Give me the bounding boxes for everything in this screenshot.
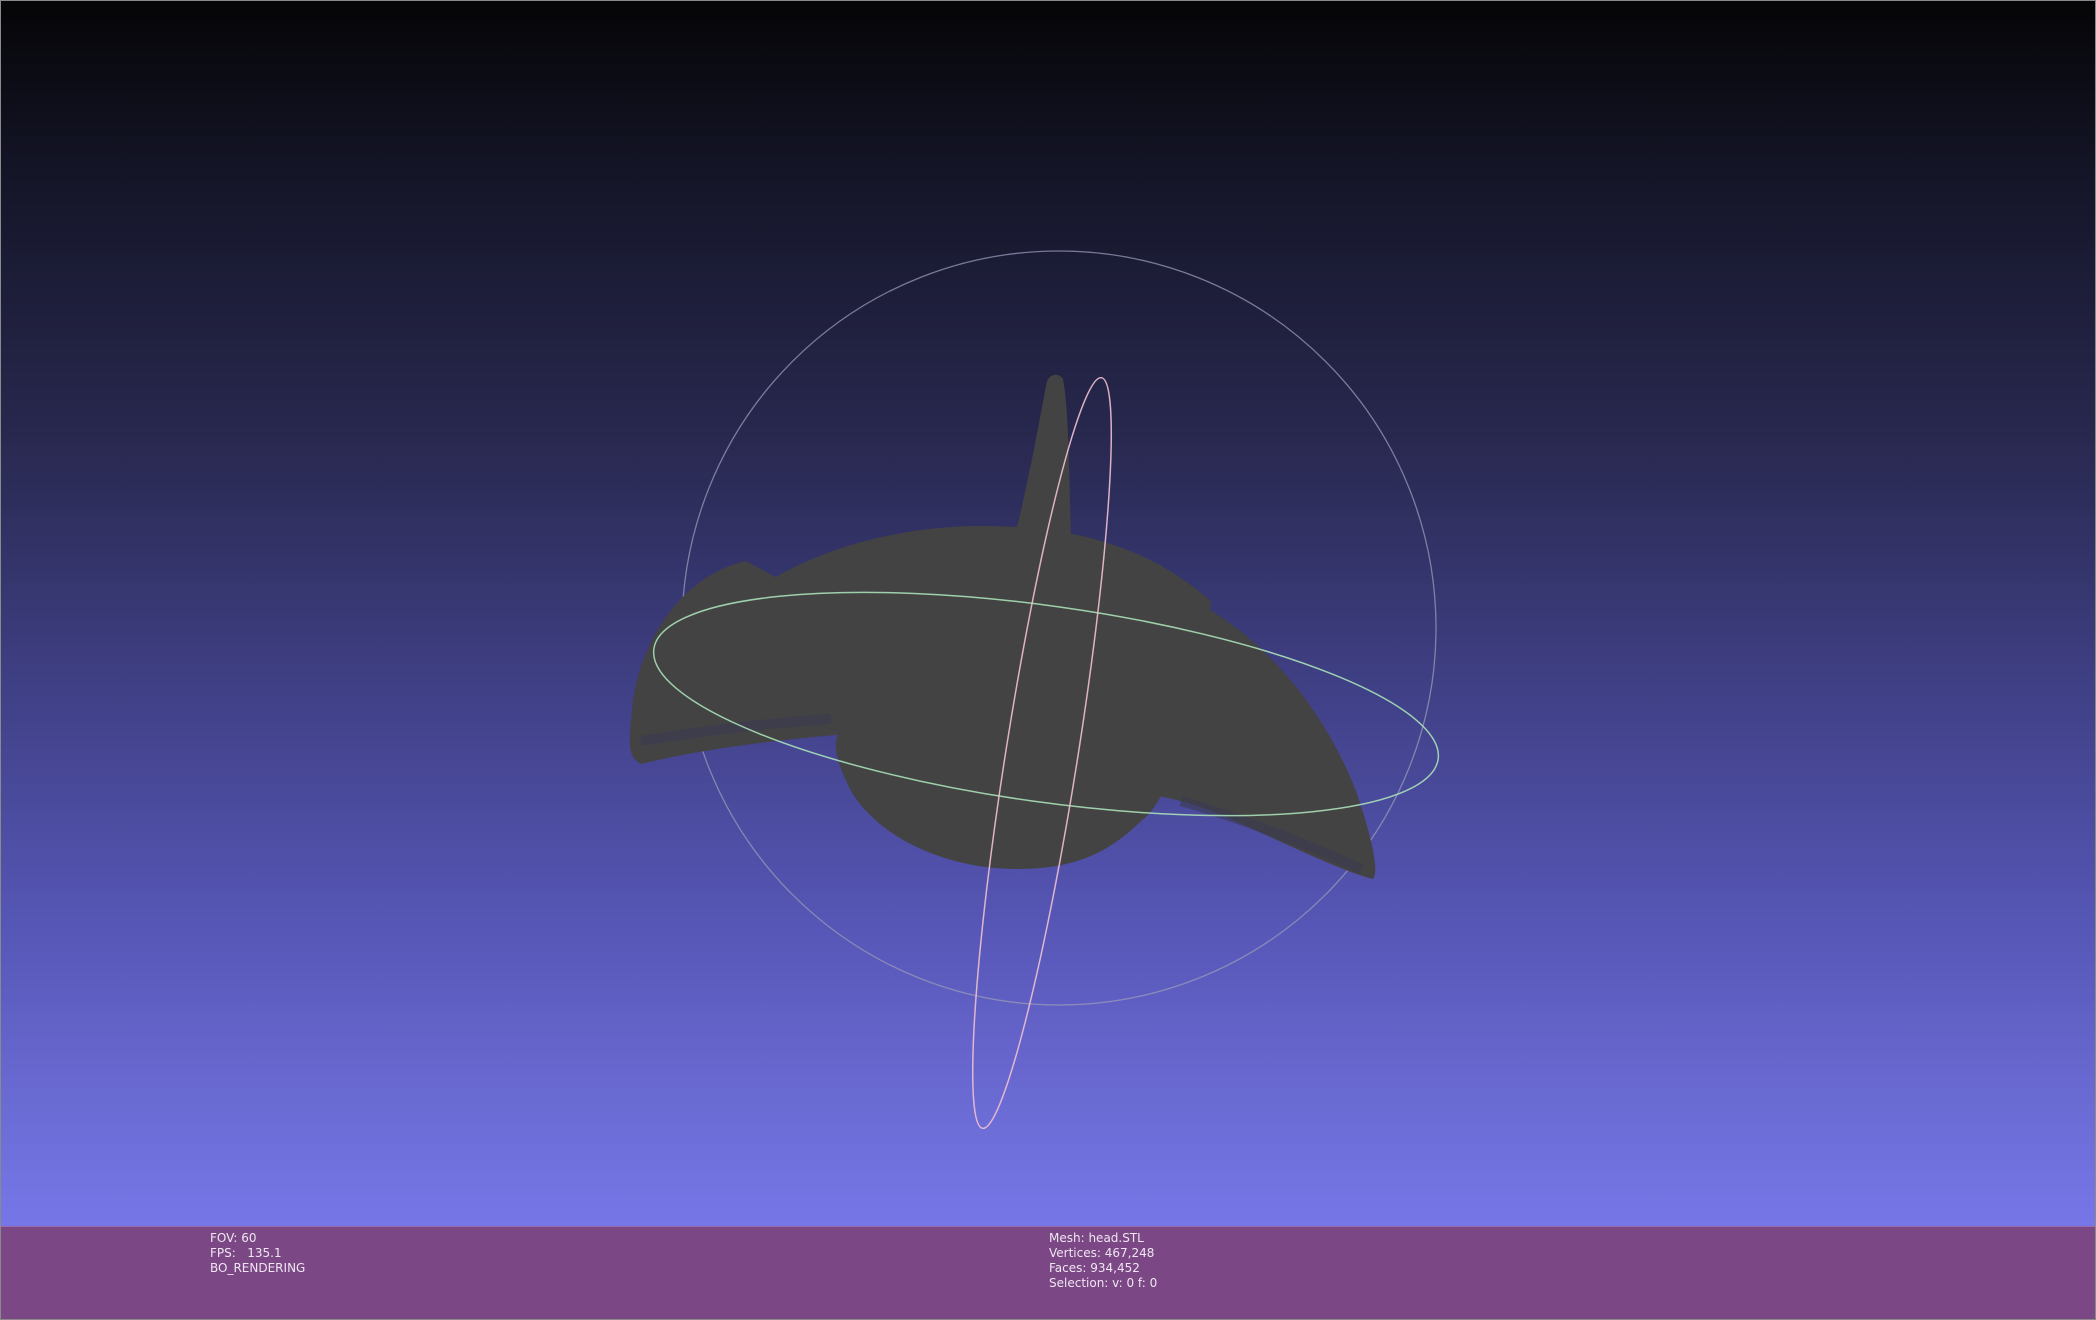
render-mode-label: BO_RENDERING — [210, 1261, 306, 1275]
fps-label: FPS: 135.1 — [210, 1246, 282, 1260]
info-bar: FOV: 60 FPS: 135.1 BO_RENDERING Mesh: he… — [1, 1226, 2095, 1319]
mesh-dome — [701, 526, 1211, 869]
mesh-name-label: Mesh: head.STL — [1049, 1231, 1144, 1245]
mesh-fin — [1016, 374, 1071, 541]
fov-label: FOV: 60 — [210, 1231, 257, 1245]
selection-label: Selection: v: 0 f: 0 — [1049, 1276, 1158, 1290]
mesh-model[interactable] — [629, 374, 1376, 879]
vertices-count-label: Vertices: 467,248 — [1049, 1246, 1155, 1260]
mesh-info: Mesh: head.STL Vertices: 467,248 Faces: … — [1049, 1231, 1157, 1291]
faces-count-label: Faces: 934,452 — [1049, 1261, 1140, 1275]
render-info: FOV: 60 FPS: 135.1 BO_RENDERING — [210, 1231, 305, 1276]
scene-canvas[interactable] — [1, 1, 2096, 1226]
3d-viewport[interactable]: FOV: 60 FPS: 135.1 BO_RENDERING Mesh: he… — [0, 0, 2096, 1320]
